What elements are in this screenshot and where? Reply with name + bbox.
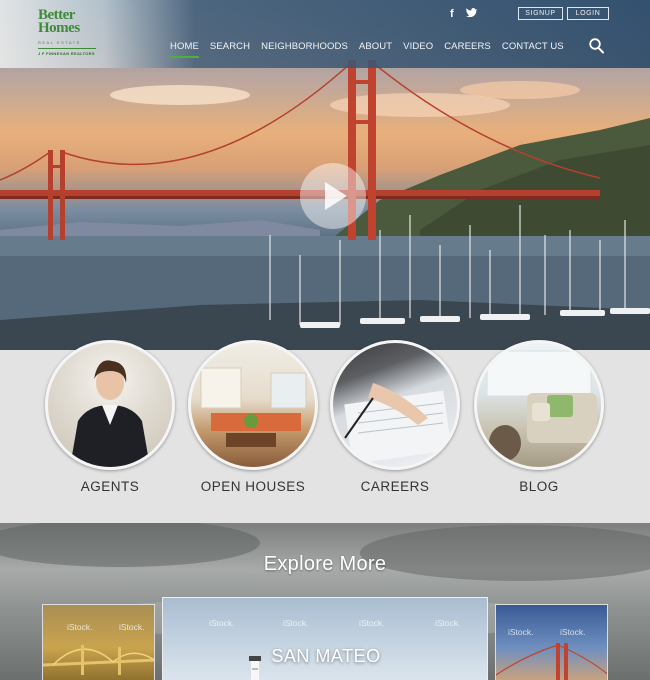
play-video-button[interactable] [300, 163, 366, 229]
careers-photo[interactable] [330, 340, 460, 470]
hero-banner: Better Homes REAL ESTATE J F FINNEGAN RE… [0, 0, 650, 350]
feature-blog[interactable]: BLOG [474, 340, 604, 494]
nav-search[interactable]: SEARCH [210, 41, 250, 58]
nav-video[interactable]: VIDEO [403, 41, 433, 58]
feature-agents-label: AGENTS [80, 479, 140, 494]
nav-careers[interactable]: CAREERS [444, 41, 491, 58]
search-icon[interactable] [589, 38, 604, 54]
city-card-title: SAN MATEO [271, 646, 381, 666]
feature-open-houses-label: OPEN HOUSES [200, 479, 306, 494]
logo-sub: REAL ESTATE [38, 40, 81, 45]
nav-about[interactable]: ABOUT [359, 41, 392, 58]
city-card-right[interactable]: iStock. iStock. [495, 604, 608, 680]
agents-photo[interactable] [45, 340, 175, 470]
feature-agents[interactable]: AGENTS [45, 340, 175, 494]
social-links: f [450, 8, 477, 20]
nav-neighborhoods[interactable]: NEIGHBORHOODS [261, 41, 348, 58]
feature-open-houses[interactable]: OPEN HOUSES [188, 340, 318, 494]
blog-photo[interactable] [474, 340, 604, 470]
city-card-left[interactable]: iStock. iStock. [42, 604, 155, 680]
login-button[interactable]: LOGIN [567, 7, 609, 20]
city-card-san-mateo[interactable]: iStock. iStock. iStock. iStock. SAN MATE… [162, 597, 488, 680]
explore-title: Explore More [263, 553, 387, 575]
feature-blog-label: BLOG [519, 479, 559, 494]
lighthouse-icon [249, 656, 261, 680]
open-houses-photo[interactable] [188, 340, 318, 470]
facebook-icon[interactable]: f [450, 8, 454, 20]
site-header: Better Homes REAL ESTATE J F FINNEGAN RE… [0, 0, 650, 68]
feature-careers-label: CAREERS [360, 479, 430, 494]
feature-links: AGENTS OPEN HOUSES CAREERS BLOG [0, 340, 650, 523]
logo-company: J F FINNEGAN REALTORS [38, 51, 95, 56]
brand-logo[interactable]: Better Homes REAL ESTATE J F FINNEGAN RE… [38, 8, 100, 61]
logo-line-2: Homes [38, 20, 80, 36]
signup-button[interactable]: SIGNUP [518, 7, 563, 20]
explore-more-section: Explore More iStock. iStock. iStock. iSt… [0, 523, 650, 680]
nav-home[interactable]: HOME [170, 41, 199, 58]
twitter-icon[interactable] [465, 8, 477, 20]
logo-rule [38, 48, 96, 49]
feature-careers[interactable]: CAREERS [330, 340, 460, 494]
main-nav: HOME SEARCH NEIGHBORHOODS ABOUT VIDEO CA… [170, 41, 575, 58]
nav-contact-us[interactable]: CONTACT US [502, 41, 564, 58]
auth-buttons: SIGNUP LOGIN [518, 7, 609, 20]
